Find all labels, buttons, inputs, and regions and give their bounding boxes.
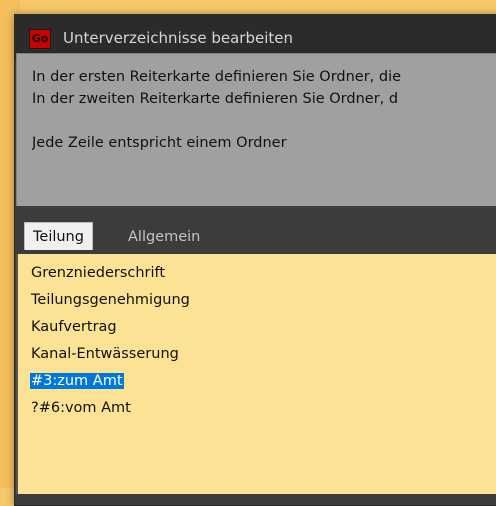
description-line-1: In der ersten Reiterkarte definieren Sie… <box>32 69 402 85</box>
description-panel: In der ersten Reiterkarte definieren Sie… <box>16 53 496 206</box>
description-line-3: Jede Zeile entspricht einem Ordner <box>32 135 287 151</box>
description-text: In der ersten Reiterkarte definieren Sie… <box>32 66 496 154</box>
list-item[interactable]: Teilungsgenehmigung <box>30 287 191 314</box>
list-item[interactable]: Grenzniederschrift <box>30 260 191 287</box>
folder-list: Grenzniederschrift Teilungsgenehmigung K… <box>30 260 191 422</box>
list-item[interactable]: ?#6:vom Amt <box>30 395 191 422</box>
tab-strip: Teilung Allgemein <box>16 207 496 255</box>
folder-list-editor[interactable]: Grenzniederschrift Teilungsgenehmigung K… <box>16 254 496 494</box>
window-title: Unterverzeichnisse bearbeiten <box>63 29 294 47</box>
tab-teilung[interactable]: Teilung <box>24 222 93 250</box>
app-icon: Go <box>29 29 51 49</box>
list-item[interactable]: Kaufvertrag <box>30 314 191 341</box>
list-item[interactable]: Kanal-Entwässerung <box>30 341 191 368</box>
description-line-2: In der zweiten Reiterkarte definieren Si… <box>32 91 399 107</box>
tab-allgemein[interactable]: Allgemein <box>120 225 208 249</box>
list-item-selected[interactable]: #3:zum Amt <box>30 368 191 395</box>
